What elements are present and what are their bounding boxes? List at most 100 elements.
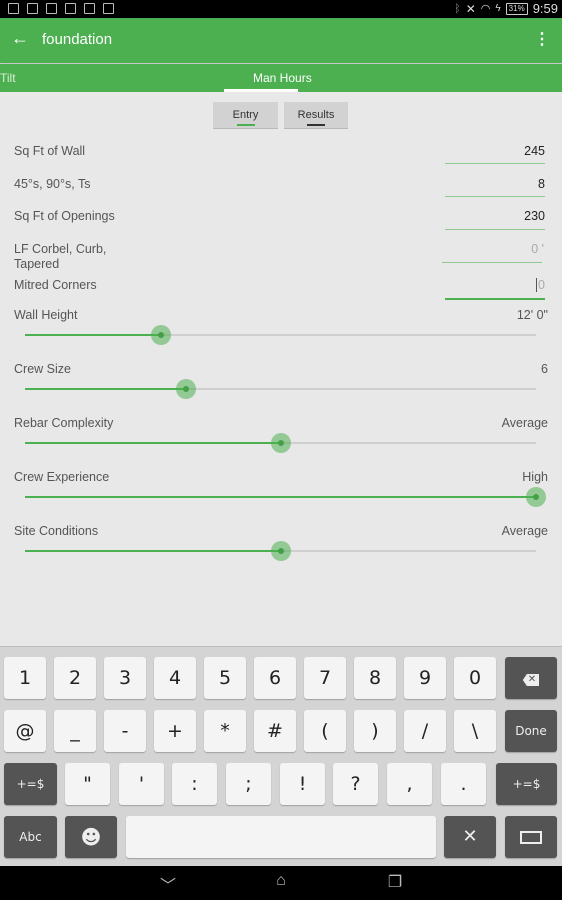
input-underline-focused (445, 298, 545, 300)
emoji-icon: ☻ (80, 825, 102, 849)
symbols-key-right[interactable]: +=$ (496, 763, 557, 805)
key-apostrophe[interactable]: ' (119, 763, 164, 805)
key-6[interactable]: 6 (254, 657, 296, 699)
slider-thumb[interactable] (270, 433, 291, 453)
copy-icon (65, 3, 76, 14)
emoji-key[interactable]: ☻ (65, 816, 117, 858)
key-underscore[interactable]: _ (54, 710, 96, 752)
slider-fill (25, 442, 281, 444)
key-plus[interactable]: + (154, 710, 196, 752)
backspace-key[interactable]: ✕ (505, 657, 557, 699)
outlook-icon (27, 3, 38, 14)
slider-label: Site Conditions (14, 524, 99, 538)
back-chevron-icon[interactable]: ﹀ (153, 872, 183, 896)
key-3[interactable]: 3 (104, 657, 146, 699)
field-label: Mitred Corners (14, 278, 97, 292)
active-tab-indicator (224, 89, 298, 92)
angles-input[interactable]: 8 (538, 177, 545, 191)
mitred-corners-input[interactable]: 0 (536, 278, 545, 292)
key-at[interactable]: @ (4, 710, 46, 752)
key-exclamation[interactable]: ! (280, 763, 325, 805)
slider-thumb[interactable] (175, 379, 196, 399)
page-title: foundation (42, 31, 113, 48)
key-1[interactable]: 1 (4, 657, 46, 699)
space-key[interactable] (126, 816, 436, 858)
input-underline (442, 262, 542, 263)
key-7[interactable]: 7 (304, 657, 346, 699)
tools-icon: ✕ (462, 826, 478, 847)
key-period[interactable]: . (441, 763, 486, 805)
tab-bar: Tilt Man Hours (0, 64, 562, 92)
slider-thumb[interactable] (526, 487, 546, 507)
input-underline (445, 229, 545, 230)
app-bar: ← foundation ⋮ (0, 18, 562, 63)
keyboard-hide-key[interactable] (505, 816, 557, 858)
slider-crew-experience: Crew Experience High (0, 470, 562, 524)
key-9[interactable]: 9 (404, 657, 446, 699)
slider-rebar-complexity: Rebar Complexity Average (0, 416, 562, 470)
slider-label: Crew Experience (14, 470, 110, 484)
key-open-paren[interactable]: ( (304, 710, 346, 752)
overflow-menu-icon[interactable]: ⋮ (534, 29, 550, 49)
key-8[interactable]: 8 (354, 657, 396, 699)
navigation-bar: ﹀ ⌂ ❐ (0, 866, 562, 900)
done-key[interactable]: Done (505, 710, 557, 752)
slider-label: Rebar Complexity (14, 416, 114, 430)
symbols-key-left[interactable]: +=$ (4, 763, 57, 805)
slider-wall-height: Wall Height 12' 0" (0, 308, 562, 362)
slider-value: High (522, 470, 548, 484)
slider-site-conditions: Site Conditions Average (0, 524, 562, 578)
clock: 9:59 (532, 1, 558, 16)
slider-thumb[interactable] (150, 325, 171, 345)
status-bar: ᛒ ✕ ◠ ϟ 31% 9:59 (0, 0, 562, 18)
abc-key[interactable]: Abc (4, 816, 57, 858)
results-label: Results (297, 109, 335, 121)
slider-value: Average (501, 416, 548, 430)
key-colon[interactable]: : (172, 763, 217, 805)
crew-experience-track[interactable] (25, 487, 546, 507)
key-double-quote[interactable]: " (65, 763, 110, 805)
key-semicolon[interactable]: ; (226, 763, 271, 805)
results-underline (307, 124, 325, 126)
lf-corbel-input[interactable]: 0 ' (531, 242, 544, 256)
keyboard-icon (46, 3, 57, 14)
sq-ft-wall-input[interactable]: 245 (524, 144, 545, 158)
input-underline (445, 196, 545, 197)
results-button[interactable]: Results (284, 102, 348, 129)
key-5[interactable]: 5 (204, 657, 246, 699)
key-4[interactable]: 4 (154, 657, 196, 699)
key-hash[interactable]: # (254, 710, 296, 752)
site-conditions-track[interactable] (25, 541, 536, 561)
rebar-complexity-track[interactable] (25, 433, 536, 453)
entry-button[interactable]: Entry (213, 102, 278, 129)
tab-tilt[interactable]: Tilt (0, 71, 16, 85)
battery-indicator: 31% (505, 2, 528, 15)
entry-underline (236, 124, 255, 126)
wall-height-track[interactable] (25, 325, 536, 345)
tab-man-hours[interactable]: Man Hours (253, 71, 312, 85)
tools-key[interactable]: ✕ (444, 816, 496, 858)
slider-fill (25, 334, 161, 336)
key-slash[interactable]: / (404, 710, 446, 752)
key-comma[interactable]: , (387, 763, 432, 805)
field-label: LF Corbel, Curb, Tapered (14, 242, 107, 271)
charging-icon: ϟ (495, 3, 501, 14)
slider-value: 6 (541, 362, 548, 376)
home-icon[interactable]: ⌂ (266, 872, 296, 890)
play-icon (103, 3, 114, 14)
input-underline (445, 163, 545, 164)
sq-ft-openings-input[interactable]: 230 (524, 209, 545, 223)
key-2[interactable]: 2 (54, 657, 96, 699)
crew-size-track[interactable] (25, 379, 536, 399)
back-arrow-icon[interactable]: ← (10, 28, 30, 49)
key-minus[interactable]: - (104, 710, 146, 752)
slider-thumb[interactable] (270, 541, 291, 561)
entry-label: Entry (232, 109, 259, 121)
key-0[interactable]: 0 (454, 657, 496, 699)
on-screen-keyboard: 1 2 3 4 5 6 7 8 9 0 ✕ @ _ - + * # ( ) / … (0, 646, 562, 866)
key-close-paren[interactable]: ) (354, 710, 396, 752)
recents-icon[interactable]: ❐ (380, 872, 410, 892)
key-asterisk[interactable]: * (204, 710, 246, 752)
key-question[interactable]: ? (333, 763, 378, 805)
key-backslash[interactable]: \ (454, 710, 496, 752)
